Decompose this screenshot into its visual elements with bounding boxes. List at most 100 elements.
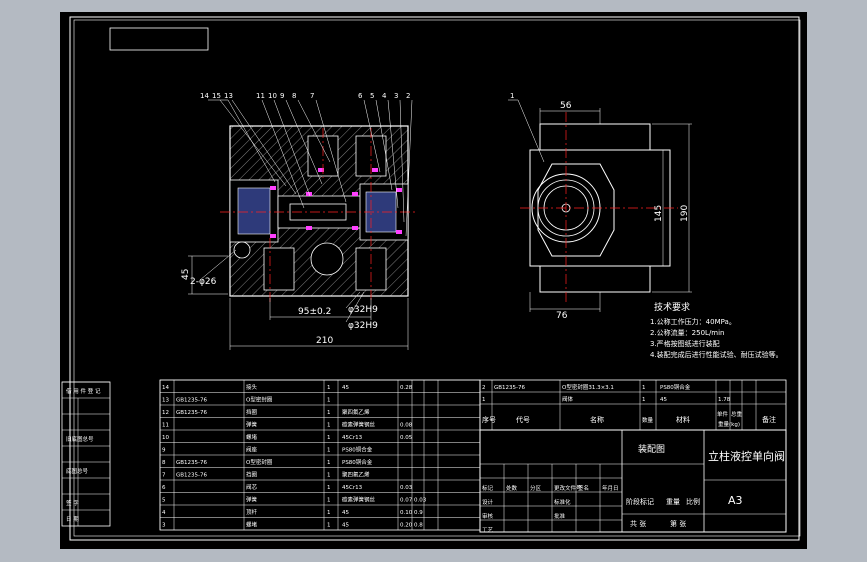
cell-text: 0.28 — [400, 385, 413, 391]
left-cap-inner — [237, 187, 271, 235]
note-4: 4.装配完成后进行性能试验、耐压试验等。 — [650, 350, 783, 359]
weight-label: 重量 — [666, 498, 680, 506]
side-balloon: 1 — [510, 92, 514, 100]
balloon-2: 2 — [406, 92, 410, 100]
cell-text: 0.8 — [414, 523, 423, 529]
cell-text: 挡圈 — [246, 471, 258, 479]
cell-text: 1 — [327, 523, 331, 529]
cell-text: 1 — [327, 485, 331, 491]
table-row: 6 阀芯 1 45Cr13 0.03 — [162, 483, 413, 491]
table-row: 8 GB1235-76 O型密封圈 1 PS80铜合金 — [162, 458, 373, 466]
note-3: 3.严格按图纸进行装配 — [650, 339, 720, 348]
paper-size: A3 — [728, 494, 743, 507]
drawing-canvas[interactable]: 14 15 13 11 10 9 8 7 6 5 4 3 2 210 95±0.2 45 2-φ26 φ… — [60, 12, 807, 549]
cell-text: 14 — [162, 385, 169, 391]
cell-text: 螺堵 — [246, 433, 258, 441]
header-material: 材料 — [676, 415, 690, 424]
table-row: 14 接头 1 45 0.28 — [162, 383, 413, 391]
title-block: 标记 处数 分区 更改文件号签名 年月日设计审核工艺标准化批准装配图 立柱液控单向阀阶段标… — [479, 429, 787, 534]
cell-text: PS80铜合金 — [342, 446, 373, 454]
cell-text: 4 — [162, 510, 166, 516]
side-view: 1 56 76 145 190 — [508, 92, 692, 321]
title-col-label: 年月日 — [602, 484, 619, 492]
cell-text: 0.05 — [400, 435, 413, 441]
dim-spacing: 95±0.2 — [298, 307, 331, 317]
cell-text: 6 — [162, 485, 166, 491]
cell-text: GB1235-76 — [494, 385, 526, 391]
table-row: 1 阀体 1 45 1.78 — [482, 395, 731, 403]
cell-text: 0.03 — [400, 485, 413, 491]
cell-text: 顶杆 — [246, 508, 258, 516]
cell-text: GB1235-76 — [176, 398, 208, 404]
cell-text: 弹簧 — [246, 421, 258, 429]
cell-text: 2 — [482, 385, 486, 391]
cell-text: 7 — [162, 473, 166, 479]
title-role: 设计 — [482, 498, 494, 506]
cell-text: 阀体 — [562, 395, 574, 403]
cell-text: 11 — [162, 423, 169, 429]
cell-text: 螺堵 — [246, 521, 258, 529]
cell-text: 1 — [327, 398, 331, 404]
cell-text: 12 — [162, 410, 169, 416]
bom-table: 14 接头 1 45 0.2813 GB1235-76 O型密封圈 112 GB1235-76 挡… — [159, 379, 787, 531]
cell-text: PS80铜合金 — [660, 383, 691, 391]
header-name: 名称 — [590, 415, 604, 424]
cell-text: O型密封圈 — [246, 458, 273, 466]
cell-text: 聚四氟乙烯 — [342, 408, 370, 416]
cad-viewport[interactable]: 14 15 13 11 10 9 8 7 6 5 4 3 2 210 95±0.2 45 2-φ26 φ… — [60, 12, 807, 549]
cell-text: 1 — [327, 385, 331, 391]
cell-text: 45 — [660, 397, 667, 403]
title-col-label: 标记 — [482, 484, 494, 492]
title-role: 批准 — [554, 512, 566, 520]
notes-title: 技术要求 — [654, 301, 690, 313]
cell-text: 45 — [342, 385, 349, 391]
cell-text: 1 — [642, 385, 646, 391]
balloon-15: 15 — [212, 92, 221, 100]
cell-text: O型密封圈 — [246, 396, 273, 404]
bore-circle-2 — [233, 241, 251, 259]
cell-text: 0.9 — [414, 510, 423, 516]
scale-label: 比例 — [686, 497, 700, 506]
header-remark: 备注 — [762, 415, 776, 424]
cell-text: 1 — [327, 410, 331, 416]
side-dim-h2: 190 — [680, 205, 690, 222]
header-code: 代号 — [516, 415, 530, 424]
balloon-8: 8 — [292, 92, 296, 100]
dim-bore-2: φ32H9 — [348, 321, 378, 331]
cell-text: 阀芯 — [246, 483, 258, 491]
header-unit-weight: 单件 — [717, 410, 729, 418]
note-1: 1.公称工作压力：40MPa。 — [650, 317, 736, 326]
dim-width: 210 — [316, 336, 333, 346]
cell-text: 阀座 — [246, 446, 258, 454]
cell-text: 1 — [327, 460, 331, 466]
cell-text: 45 — [342, 510, 349, 516]
sheet-no: 第 张 — [670, 519, 686, 528]
cell-text: 1 — [327, 448, 331, 454]
cell-text: O型密封圈31.3×3.1 — [562, 383, 614, 391]
balloon-11: 11 — [256, 92, 265, 100]
title-role: 标准化 — [554, 498, 571, 506]
stage-label: 阶段标记 — [626, 497, 654, 506]
cell-text: 9 — [162, 448, 166, 454]
title-role: 工艺 — [482, 527, 494, 534]
header-total-weight: 总重 — [731, 410, 743, 418]
bore-circle — [310, 242, 344, 276]
revision-label: 签 字 — [66, 499, 79, 507]
cell-text: 0.08 — [400, 423, 413, 429]
cell-text: 3 — [162, 523, 166, 529]
table-row: 9 阀座 1 PS80铜合金 — [162, 446, 373, 454]
cell-text: 10 — [162, 435, 169, 441]
cell-text: 45Cr13 — [342, 485, 363, 491]
cell-text: PS80铜合金 — [342, 458, 373, 466]
dim-bore-1: φ32H9 — [348, 305, 378, 315]
cell-text: GB1235-76 — [176, 410, 208, 416]
code-box — [109, 27, 209, 51]
title-col-label: 签名 — [578, 484, 589, 492]
cell-text: 45Cr13 — [342, 435, 363, 441]
balloon-7: 7 — [310, 92, 314, 100]
revision-label: 底图总号 — [66, 467, 89, 475]
title-col-label: 分区 — [530, 484, 542, 492]
dim-bore-left: 2-φ26 — [190, 277, 217, 287]
revision-block: 借 用 件 登 记旧底图总号底图总号签 字日 期 — [61, 381, 111, 527]
table-row: 3 螺堵 1 45 0.20 — [162, 521, 413, 529]
